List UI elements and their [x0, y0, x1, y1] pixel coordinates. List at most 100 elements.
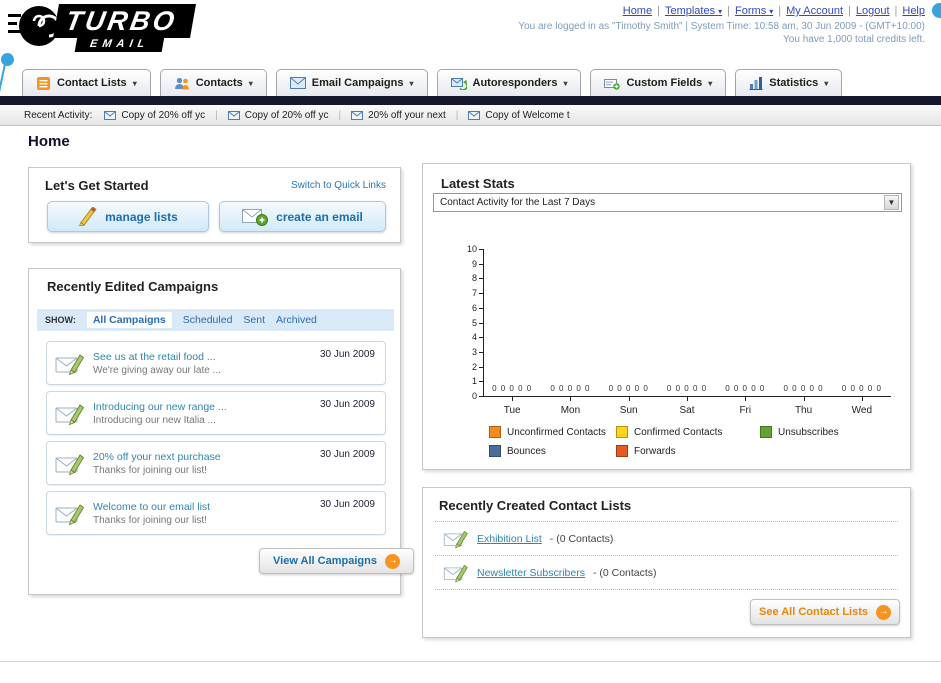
- chart-y-tick-label: 3: [471, 346, 477, 357]
- manage-lists-button[interactable]: manage lists: [47, 201, 209, 232]
- campaign-date: 30 Jun 2009: [319, 399, 375, 410]
- chart-x-tick-label: Sat: [679, 405, 695, 416]
- campaign-row: Welcome to our email list Thanks for join…: [46, 491, 386, 535]
- nav-tab-label: Custom Fields: [626, 77, 703, 89]
- chart-x-tick: [570, 397, 572, 401]
- nav-tab-custom-fields[interactable]: Custom Fields ▾: [590, 69, 727, 96]
- campaign-title-link[interactable]: 20% off your next purchase: [93, 451, 312, 463]
- legend-item: Unsubscribes: [760, 426, 839, 438]
- envelope-pencil-icon: [55, 503, 85, 525]
- chart-x-tick-label: Sun: [619, 405, 638, 416]
- chart-y-tick: [479, 263, 483, 265]
- campaign-subtitle: We're giving away our late ...: [93, 364, 221, 376]
- campaign-date: 30 Jun 2009: [319, 499, 375, 510]
- latest-stats-panel: Latest Stats Contact Activity for the La…: [422, 163, 911, 470]
- top-link-label: Forms: [735, 5, 767, 17]
- activity-item-label: Copy of 20% off yc: [121, 109, 206, 121]
- chart-legend: Unconfirmed Contacts Confirmed Contacts …: [489, 426, 839, 457]
- filter-scheduled[interactable]: Scheduled: [183, 314, 233, 326]
- envelope-pencil-icon: [55, 353, 85, 375]
- chart-value-labels: 0 0 0 0 0: [666, 384, 708, 393]
- recent-activity-item[interactable]: Copy of 20% off yc: [104, 110, 205, 121]
- custom-fields-icon: [604, 78, 621, 90]
- top-link-help[interactable]: Help: [902, 5, 925, 17]
- chart-x-tick: [512, 397, 514, 401]
- envelope-icon: [104, 110, 117, 120]
- chart-y-tick-label: 0: [471, 391, 477, 401]
- lists-panel-title: Recently Created Contact Lists: [439, 498, 632, 513]
- arrow-right-icon: →: [876, 604, 891, 620]
- chart-y-tick: [479, 293, 483, 295]
- nav-divider-bar: [0, 96, 941, 105]
- chart-x-tick: [687, 397, 688, 401]
- top-link-my-account[interactable]: My Account: [786, 5, 843, 17]
- recent-activity-item[interactable]: Copy of Welcome t: [468, 110, 570, 121]
- recently-created-contact-lists-panel: Recently Created Contact Lists Exhibitio…: [422, 487, 911, 638]
- nav-tab-autoresponders[interactable]: Autoresponders ▾: [436, 69, 582, 96]
- logo-subtitle: EMAIL: [74, 37, 165, 52]
- top-link-home[interactable]: Home: [623, 5, 652, 17]
- chart-x-tick: [628, 397, 630, 401]
- main-nav: Contact Lists ▾ Contacts ▾ Email Campaig…: [0, 66, 941, 96]
- top-link-logout[interactable]: Logout: [856, 5, 890, 17]
- campaign-subtitle: Thanks for joining our list!: [93, 514, 207, 526]
- separator: [722, 5, 735, 17]
- legend-label: Confirmed Contacts: [634, 426, 723, 438]
- nav-tab-statistics[interactable]: Statistics ▾: [735, 69, 843, 96]
- chart-y-tick-label: 5: [471, 317, 477, 328]
- chart-y-tick: [479, 381, 483, 383]
- chart-x-tick-label: Wed: [851, 405, 873, 416]
- legend-item: Confirmed Contacts: [616, 426, 760, 438]
- filter-sent[interactable]: Sent: [243, 314, 265, 326]
- pencil-icon: [79, 207, 97, 226]
- chart-y-tick: [479, 278, 483, 280]
- nav-tab-email-campaigns[interactable]: Email Campaigns ▾: [275, 69, 428, 96]
- chart-y-tick: [479, 249, 483, 250]
- contact-list-link[interactable]: Exhibition List: [477, 533, 542, 545]
- statistics-icon: [749, 77, 763, 90]
- campaign-title-link[interactable]: Introducing our new range ...: [93, 401, 312, 413]
- activity-item-label: 20% off your next: [368, 109, 446, 121]
- chart-y-tick: [479, 396, 483, 397]
- nav-tab-contacts[interactable]: Contacts ▾: [159, 69, 267, 96]
- contact-list-link[interactable]: Newsletter Subscribers: [477, 567, 585, 579]
- envelope-plus-icon: [242, 208, 269, 226]
- view-all-campaigns-button[interactable]: View All Campaigns →: [259, 548, 414, 574]
- nav-tab-contact-lists[interactable]: Contact Lists ▾: [22, 69, 151, 96]
- legend-label: Forwards: [634, 445, 676, 457]
- chart-y-tick: [479, 366, 483, 368]
- page-title: Home: [28, 133, 70, 150]
- top-link-forms[interactable]: Forms ▾: [735, 5, 773, 17]
- see-all-contact-lists-button[interactable]: See All Contact Lists →: [750, 599, 900, 625]
- recently-edited-campaigns-panel: Recently Edited Campaigns SHOW: All Camp…: [28, 268, 414, 595]
- envelope-pencil-icon: [443, 530, 468, 549]
- chart-y-tick: [479, 351, 483, 353]
- chart-y-axis: [483, 249, 484, 396]
- dotted-divider: [435, 589, 898, 590]
- nav-tab-label: Contact Lists: [57, 77, 127, 89]
- chart-value-labels: 0 0 0 0 0: [492, 384, 533, 393]
- chart-y-tick-label: 4: [471, 332, 477, 343]
- show-label: SHOW:: [45, 315, 76, 325]
- recent-activity-item[interactable]: Copy of 20% off yc: [227, 110, 328, 121]
- contact-list-row: Exhibition List - (0 Contacts): [423, 522, 910, 555]
- chart-x-tick-label: Mon: [560, 405, 581, 416]
- legend-label: Bounces: [507, 445, 546, 457]
- campaign-title-link[interactable]: Welcome to our email list: [93, 501, 312, 513]
- separator: [446, 110, 469, 121]
- select-arrow-icon: ▼: [884, 195, 899, 210]
- filter-archived[interactable]: Archived: [276, 314, 317, 326]
- recent-activity-item[interactable]: 20% off your next: [351, 110, 446, 121]
- top-link-templates[interactable]: Templates ▾: [665, 5, 722, 17]
- campaign-title-link[interactable]: See us at the retail food ...: [93, 351, 312, 363]
- create-email-button[interactable]: create an email: [219, 201, 386, 232]
- logo-title: TURBO: [53, 4, 196, 38]
- stats-period-select[interactable]: Contact Activity for the Last 7 Days ▼: [433, 193, 902, 212]
- decorative-dot-icon: [932, 3, 941, 18]
- chart-value-labels: 0 0 0 0 0: [725, 384, 766, 393]
- switch-quick-links-link[interactable]: Switch to Quick Links: [291, 180, 386, 191]
- filter-all-campaigns[interactable]: All Campaigns: [86, 312, 172, 328]
- autoresponders-icon: [450, 77, 467, 90]
- separator: [890, 5, 903, 17]
- legend-item: Bounces: [489, 445, 616, 457]
